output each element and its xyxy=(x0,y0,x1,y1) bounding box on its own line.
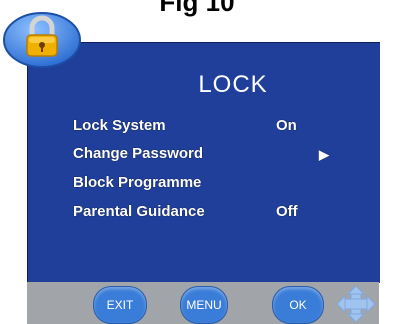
padlock-icon xyxy=(3,12,81,68)
menu-item-label: Parental Guidance xyxy=(73,203,205,220)
menu-item-value: On xyxy=(276,117,297,134)
menu-button[interactable]: MENU xyxy=(180,286,228,324)
lock-menu-panel: LOCK Lock System On Change Password ▶ Bl… xyxy=(27,42,380,283)
arrow-right-icon: ▶ xyxy=(319,147,329,162)
menu-item-label: Change Password xyxy=(73,145,204,162)
menu-item-label: Lock System xyxy=(73,117,166,134)
menu-item-label: Block Programme xyxy=(73,174,202,191)
menu-item-value: Off xyxy=(276,203,298,220)
ok-button[interactable]: OK xyxy=(272,286,324,324)
menu-title: LOCK xyxy=(198,71,268,98)
exit-button[interactable]: EXIT xyxy=(93,286,147,324)
dpad-arrows-icon[interactable] xyxy=(337,286,375,322)
